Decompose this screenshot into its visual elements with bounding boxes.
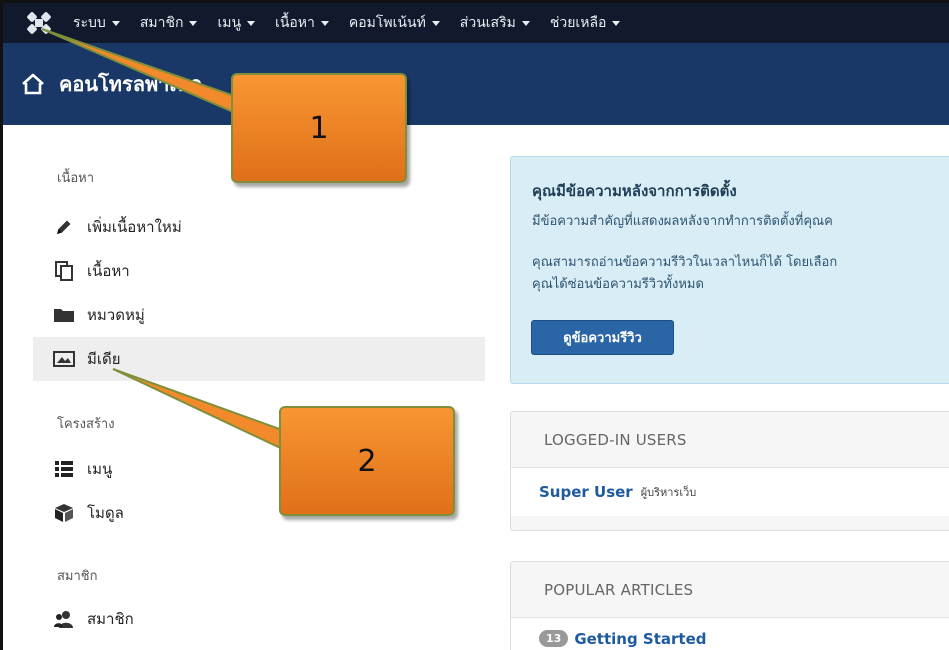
- callout-pointers: [41, 28, 310, 463]
- callout-badge-2: 2: [279, 406, 455, 516]
- app-window: ระบบ สมาชิก เมนู เนื้อหา คอมโพเน้นท์ ส่ว…: [0, 0, 949, 650]
- callout-badge-1: 1: [231, 73, 407, 183]
